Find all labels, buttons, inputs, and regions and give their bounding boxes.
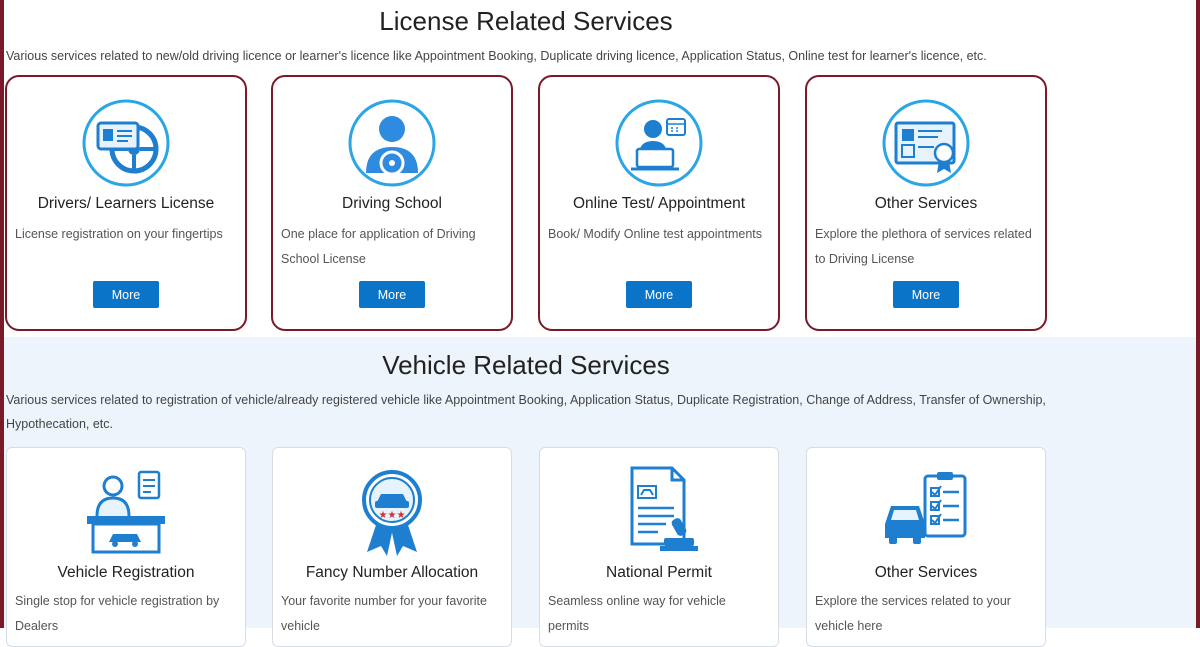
card-title: Drivers/ Learners License bbox=[37, 195, 215, 212]
card-title: Other Services bbox=[874, 564, 978, 581]
more-button[interactable]: More bbox=[359, 281, 425, 308]
license-section-description: Various services related to new/old driv… bbox=[6, 49, 987, 63]
car-checklist-icon bbox=[881, 466, 971, 556]
more-button[interactable]: More bbox=[93, 281, 159, 308]
card-title: Vehicle Registration bbox=[57, 564, 195, 581]
vehicle-section-description: Various services related to registration… bbox=[6, 393, 1046, 431]
right-frame-border bbox=[1196, 0, 1200, 628]
card-title: Other Services bbox=[874, 195, 978, 212]
card-description: License registration on your fingertips bbox=[15, 227, 223, 241]
card-title: Fancy Number Allocation bbox=[305, 564, 479, 581]
svg-text:★★★: ★★★ bbox=[379, 510, 406, 521]
more-button[interactable]: More bbox=[893, 281, 959, 308]
card-description: One place for application of Driving Sch… bbox=[281, 227, 476, 266]
card-description: Explore the services related to your veh… bbox=[815, 594, 1011, 633]
card-description: Seamless online way for vehicle permits bbox=[548, 594, 726, 633]
card-vehicle-registration[interactable]: Vehicle Registration Single stop for veh… bbox=[6, 447, 246, 647]
online-test-icon bbox=[615, 99, 703, 187]
card-fancy-number-allocation[interactable]: ★★★ Fancy Number Allocation Your favorit… bbox=[272, 447, 512, 647]
card-description: Book/ Modify Online test appointments bbox=[548, 227, 763, 241]
card-drivers-learners-license: Drivers/ Learners License License regist… bbox=[5, 75, 247, 331]
license-steering-icon bbox=[82, 99, 170, 187]
driver-icon bbox=[348, 99, 436, 187]
certificate-icon bbox=[882, 99, 970, 187]
card-title: National Permit bbox=[606, 564, 712, 581]
card-driving-school: Driving School One place for application… bbox=[271, 75, 513, 331]
vehicle-section-title: Vehicle Related Services bbox=[382, 350, 670, 380]
badge-car-icon: ★★★ bbox=[347, 466, 437, 556]
card-description: Your favorite number for your favorite v… bbox=[281, 594, 487, 633]
dealer-desk-icon bbox=[81, 466, 171, 556]
card-title: Online Test/ Appointment bbox=[572, 195, 746, 212]
card-license-other-services: Other Services Explore the plethora of s… bbox=[805, 75, 1047, 331]
card-description: Explore the plethora of services related… bbox=[815, 227, 1032, 266]
card-description: Single stop for vehicle registration by … bbox=[15, 594, 220, 633]
license-section-title: License Related Services bbox=[379, 6, 673, 36]
card-vehicle-other-services[interactable]: Other Services Explore the services rela… bbox=[806, 447, 1046, 647]
card-national-permit[interactable]: National Permit Seamless online way for … bbox=[539, 447, 779, 647]
card-online-test-appointment: Online Test/ Appointment Book/ Modify On… bbox=[538, 75, 780, 331]
card-title: Driving School bbox=[342, 195, 442, 212]
more-button[interactable]: More bbox=[626, 281, 692, 308]
permit-stamp-icon bbox=[614, 466, 704, 556]
